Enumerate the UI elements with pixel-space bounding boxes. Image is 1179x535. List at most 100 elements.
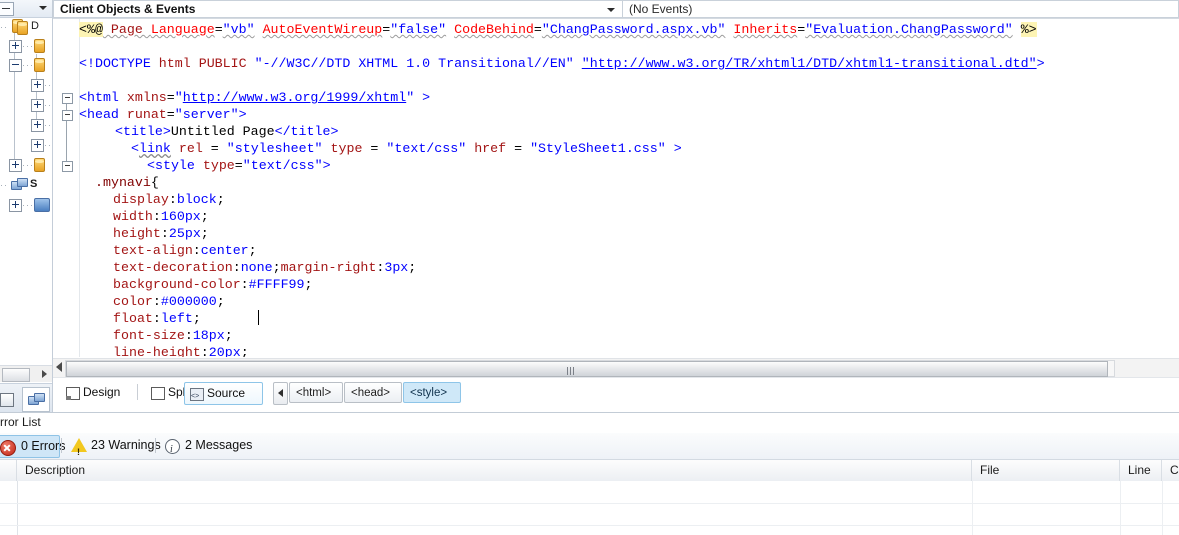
table-row[interactable] <box>0 503 1179 526</box>
tree-node[interactable]: ·· <box>0 96 52 116</box>
expander-plus-icon[interactable] <box>9 40 22 53</box>
code-line[interactable]: font-size:18px; <box>113 327 233 344</box>
code-token: http://www.w3.org/1999/xhtml <box>182 90 407 105</box>
expander-plus-icon[interactable] <box>31 139 44 152</box>
expander-minus-icon[interactable] <box>9 59 22 72</box>
code-line[interactable]: background-color:#FFFF99; <box>113 276 313 293</box>
code-line[interactable]: <title>Untitled Page</title> <box>115 123 338 140</box>
code-token: "http://www.w3.org/TR/xhtml1/DTD/xhtml1-… <box>581 56 1037 71</box>
warnings-filter-button[interactable]: 23 Warnings <box>67 435 161 463</box>
expander-plus-icon[interactable] <box>9 159 22 172</box>
code-line[interactable]: text-decoration:none;margin-right:3px; <box>113 259 416 276</box>
tag-breadcrumb-html[interactable]: <html> <box>289 382 343 403</box>
code-token: html <box>150 56 199 71</box>
error-list-rows[interactable] <box>0 481 1179 535</box>
errors-filter-button[interactable]: 0 Errors <box>0 435 65 458</box>
code-token: float <box>113 311 153 326</box>
fold-toggle-head-icon[interactable] <box>62 110 73 121</box>
table-row[interactable] <box>0 525 1179 535</box>
tree-node-database[interactable]: ··· D <box>0 18 52 38</box>
tree-node[interactable]: ·· <box>0 76 52 96</box>
sidebar-horizontal-scrollbar[interactable] <box>0 365 52 382</box>
warning-icon <box>71 438 87 463</box>
column-divider <box>1162 481 1163 535</box>
sidebar-item-toolbox[interactable] <box>0 387 20 412</box>
tree-node[interactable]: ··· <box>0 196 52 216</box>
code-line[interactable]: .mynavi{ <box>95 174 159 191</box>
tag-breadcrumb-style[interactable]: <style> <box>403 382 461 403</box>
code-token: ; <box>240 345 249 357</box>
code-line[interactable]: height:25px; <box>113 225 209 242</box>
column-header-file[interactable]: File <box>972 460 1120 481</box>
tag-navigator-prev-button[interactable] <box>273 382 288 405</box>
code-line[interactable]: <link rel = "stylesheet" type = "text/cs… <box>131 140 682 157</box>
chevron-down-icon[interactable] <box>39 6 47 10</box>
editor-horizontal-scrollbar[interactable] <box>53 358 1179 377</box>
code-line[interactable]: display:block; <box>113 191 225 208</box>
code-line[interactable]: width:160px; <box>113 208 209 225</box>
code-token: #000000 <box>160 294 217 309</box>
code-line[interactable]: color:#000000; <box>113 293 225 310</box>
scroll-right-arrow-icon[interactable] <box>42 370 47 378</box>
code-token: block <box>176 192 217 207</box>
messages-filter-button[interactable]: 2 Messages <box>161 435 252 460</box>
code-line[interactable]: line-height:20px; <box>113 344 249 357</box>
code-token: <title> <box>115 124 171 139</box>
column-header-description[interactable]: Description <box>17 460 972 481</box>
tree-node[interactable]: ·· <box>0 116 52 136</box>
expander-plus-icon[interactable] <box>9 199 22 212</box>
table-row[interactable] <box>0 481 1179 504</box>
chevron-down-icon[interactable] <box>607 8 615 12</box>
code-token: "stylesheet" <box>226 141 323 156</box>
split-view-icon <box>151 387 165 400</box>
tree-node-servers[interactable]: ··· S <box>0 176 52 196</box>
table-folder-icon <box>34 158 45 172</box>
divider <box>137 384 138 400</box>
expander-plus-icon[interactable] <box>31 119 44 132</box>
code-token: height <box>113 226 161 241</box>
tree-node[interactable]: ··· <box>0 156 52 176</box>
scrollbar-thumb[interactable] <box>2 368 30 382</box>
fold-toggle-html-icon[interactable] <box>62 93 73 104</box>
code-line[interactable]: <%@ Page Language="vb" AutoEventWireup="… <box>79 21 1037 38</box>
code-text[interactable]: <%@ Page Language="vb" AutoEventWireup="… <box>79 19 1179 357</box>
source-code-surface[interactable]: <%@ Page Language="vb" AutoEventWireup="… <box>53 19 1179 357</box>
tree-node[interactable]: ··· <box>0 37 52 57</box>
sidebar-item-server-explorer[interactable] <box>22 387 50 412</box>
code-token: </title> <box>274 124 339 139</box>
expander-plus-icon[interactable] <box>31 99 44 112</box>
source-view-button[interactable]: Source <box>184 382 263 407</box>
code-token: AutoEventWireup <box>262 22 383 37</box>
tree-node[interactable]: ··· <box>0 56 52 76</box>
collapse-icon[interactable] <box>0 2 14 16</box>
scroll-left-arrow-icon[interactable] <box>56 362 62 372</box>
fold-toggle-style-icon[interactable] <box>62 161 73 172</box>
code-line[interactable]: <style type="text/css"> <box>147 157 331 174</box>
expander-plus-icon[interactable] <box>31 79 44 92</box>
events-dropdown[interactable]: (No Events) <box>623 0 1179 18</box>
design-view-button[interactable]: Design <box>61 382 133 403</box>
code-token: = <box>202 141 227 156</box>
code-line[interactable]: text-align:center; <box>113 242 257 259</box>
column-header-line[interactable]: Line <box>1120 460 1162 481</box>
code-token: ; <box>216 294 225 309</box>
code-token: ; <box>200 226 209 241</box>
client-objects-dropdown[interactable]: Client Objects & Events <box>53 0 623 18</box>
toolbox-icon <box>0 393 14 407</box>
database-icon <box>12 19 28 35</box>
code-token: .mynavi <box>95 175 151 190</box>
code-line[interactable]: <!DOCTYPE html PUBLIC "-//W3C//DTD XHTML… <box>79 55 1045 72</box>
code-line[interactable]: <head runat="server"> <box>79 106 247 123</box>
server-explorer-tree[interactable]: ··· D ··· ··· ·· <box>0 18 52 353</box>
scrollbar-thumb[interactable] <box>66 361 1108 377</box>
code-line[interactable]: <html xmlns="http://www.w3.org/1999/xhtm… <box>79 89 430 106</box>
code-token: Language <box>150 22 215 37</box>
code-token: <style <box>147 158 203 173</box>
tag-breadcrumb-head[interactable]: <head> <box>344 382 402 403</box>
tree-node[interactable]: ·· <box>0 136 52 156</box>
column-header-column[interactable]: Co <box>1162 460 1179 481</box>
code-line[interactable]: float:left; <box>113 310 201 327</box>
code-token: text-decoration <box>113 260 233 275</box>
